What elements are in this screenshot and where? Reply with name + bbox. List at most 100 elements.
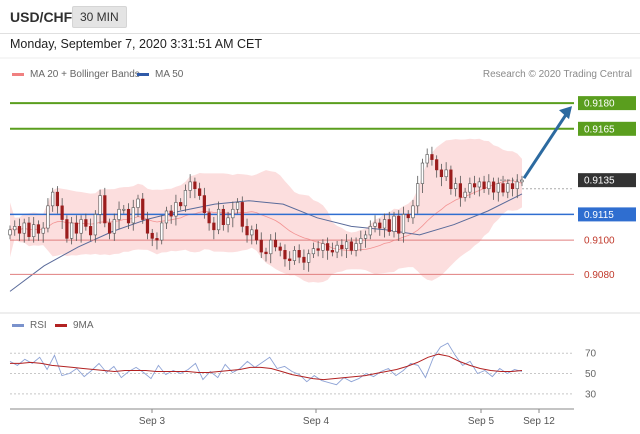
candle-body xyxy=(131,207,135,224)
candle-body xyxy=(420,162,425,184)
candle-body xyxy=(344,241,349,249)
rsi-tick-label-0: 70 xyxy=(585,349,597,360)
candle-body xyxy=(103,195,107,224)
candle-body xyxy=(202,195,206,213)
candle-body xyxy=(491,181,496,193)
candle-body xyxy=(169,210,173,217)
candle-body xyxy=(51,191,55,207)
candle-body xyxy=(198,188,202,196)
candle-body xyxy=(496,183,500,193)
candle-body xyxy=(141,198,145,220)
candle-body xyxy=(501,183,505,193)
candle-body xyxy=(359,238,363,244)
level-label-5: 0.9080 xyxy=(584,270,615,281)
candle-body xyxy=(382,219,387,229)
candle-body xyxy=(435,159,439,171)
candle-body xyxy=(65,219,69,239)
candle-body xyxy=(307,253,311,263)
candle-body xyxy=(155,238,159,241)
candle-body xyxy=(174,202,178,217)
candle-body xyxy=(98,195,102,215)
time-label-2: Sep 5 xyxy=(468,416,495,427)
candle-body xyxy=(207,212,211,224)
candle-body xyxy=(117,208,121,220)
candle-body xyxy=(397,215,401,234)
candle-body xyxy=(330,250,334,253)
candle-body xyxy=(55,191,60,207)
candle-body xyxy=(126,208,131,224)
candle-body xyxy=(515,181,519,190)
candle-body xyxy=(311,248,316,255)
candle-body xyxy=(487,181,491,190)
candle-body xyxy=(84,219,88,227)
candle-body xyxy=(326,243,330,251)
candle-body xyxy=(70,222,74,239)
candle-body xyxy=(93,214,97,236)
level-label-0: 0.9180 xyxy=(584,99,615,110)
candle-body xyxy=(27,222,31,237)
candle-body xyxy=(235,202,240,210)
candle-body xyxy=(41,227,45,234)
candle-body xyxy=(112,219,116,234)
candle-body xyxy=(425,154,429,164)
candle-body xyxy=(449,169,453,190)
candle-body xyxy=(472,183,477,188)
price-chart[interactable]: 0.9180 0.9165 0.9135 0.9115 0.9100 0.9080 70 50… xyxy=(0,0,640,434)
candle-body xyxy=(411,205,415,219)
candle-body xyxy=(145,219,150,234)
candle-body xyxy=(245,226,249,236)
time-label-1: Sep 4 xyxy=(303,416,330,427)
candle-body xyxy=(510,183,515,190)
candle-body xyxy=(60,205,64,220)
candle-body xyxy=(373,222,377,227)
candle-body xyxy=(264,251,268,255)
candle-body xyxy=(430,154,434,160)
candle-body xyxy=(22,222,26,234)
candle-body xyxy=(302,256,306,263)
time-label-0: Sep 3 xyxy=(139,416,166,427)
candle-body xyxy=(288,258,292,261)
candle-body xyxy=(164,210,169,224)
candle-body xyxy=(13,226,17,231)
candle-body xyxy=(231,208,235,219)
candle-body xyxy=(160,222,164,241)
candle-body xyxy=(506,183,510,193)
candle-body xyxy=(321,243,325,251)
candle-body xyxy=(401,214,406,234)
candle-body xyxy=(74,222,78,234)
candle-body xyxy=(458,183,462,198)
candle-body xyxy=(107,222,112,234)
candle-body xyxy=(297,250,301,258)
candle-body xyxy=(520,179,524,183)
rsi-line xyxy=(9,342,523,386)
rsi-tick-label-2: 30 xyxy=(585,389,597,400)
candle-body xyxy=(183,190,188,207)
candle-body xyxy=(349,241,353,251)
candle-body xyxy=(79,219,83,234)
rsi-tick-label-1: 50 xyxy=(585,369,597,380)
candle-body xyxy=(392,215,396,232)
candle-body xyxy=(463,191,467,198)
forecast-arrow-shaft xyxy=(522,112,569,179)
candle-body xyxy=(193,181,197,190)
candle-body xyxy=(454,183,458,190)
candle-body xyxy=(273,239,278,248)
candle-body xyxy=(354,243,358,251)
candle-body xyxy=(283,250,287,260)
time-label-3: Sep 12 xyxy=(523,416,555,427)
candle-body xyxy=(316,248,320,251)
candle-body xyxy=(212,222,216,231)
candle-body xyxy=(340,244,344,249)
candle-body xyxy=(46,205,50,229)
candle-body xyxy=(150,232,154,239)
candle-body xyxy=(88,226,93,236)
candle-body xyxy=(36,224,41,234)
candle-body xyxy=(250,229,254,236)
candle-body xyxy=(221,208,225,225)
candle-body xyxy=(278,246,282,251)
candle-body xyxy=(240,202,244,227)
candle-body xyxy=(17,226,22,234)
candle-body xyxy=(188,181,192,191)
rsi-ma-line xyxy=(10,353,523,381)
candle-body xyxy=(136,198,140,208)
